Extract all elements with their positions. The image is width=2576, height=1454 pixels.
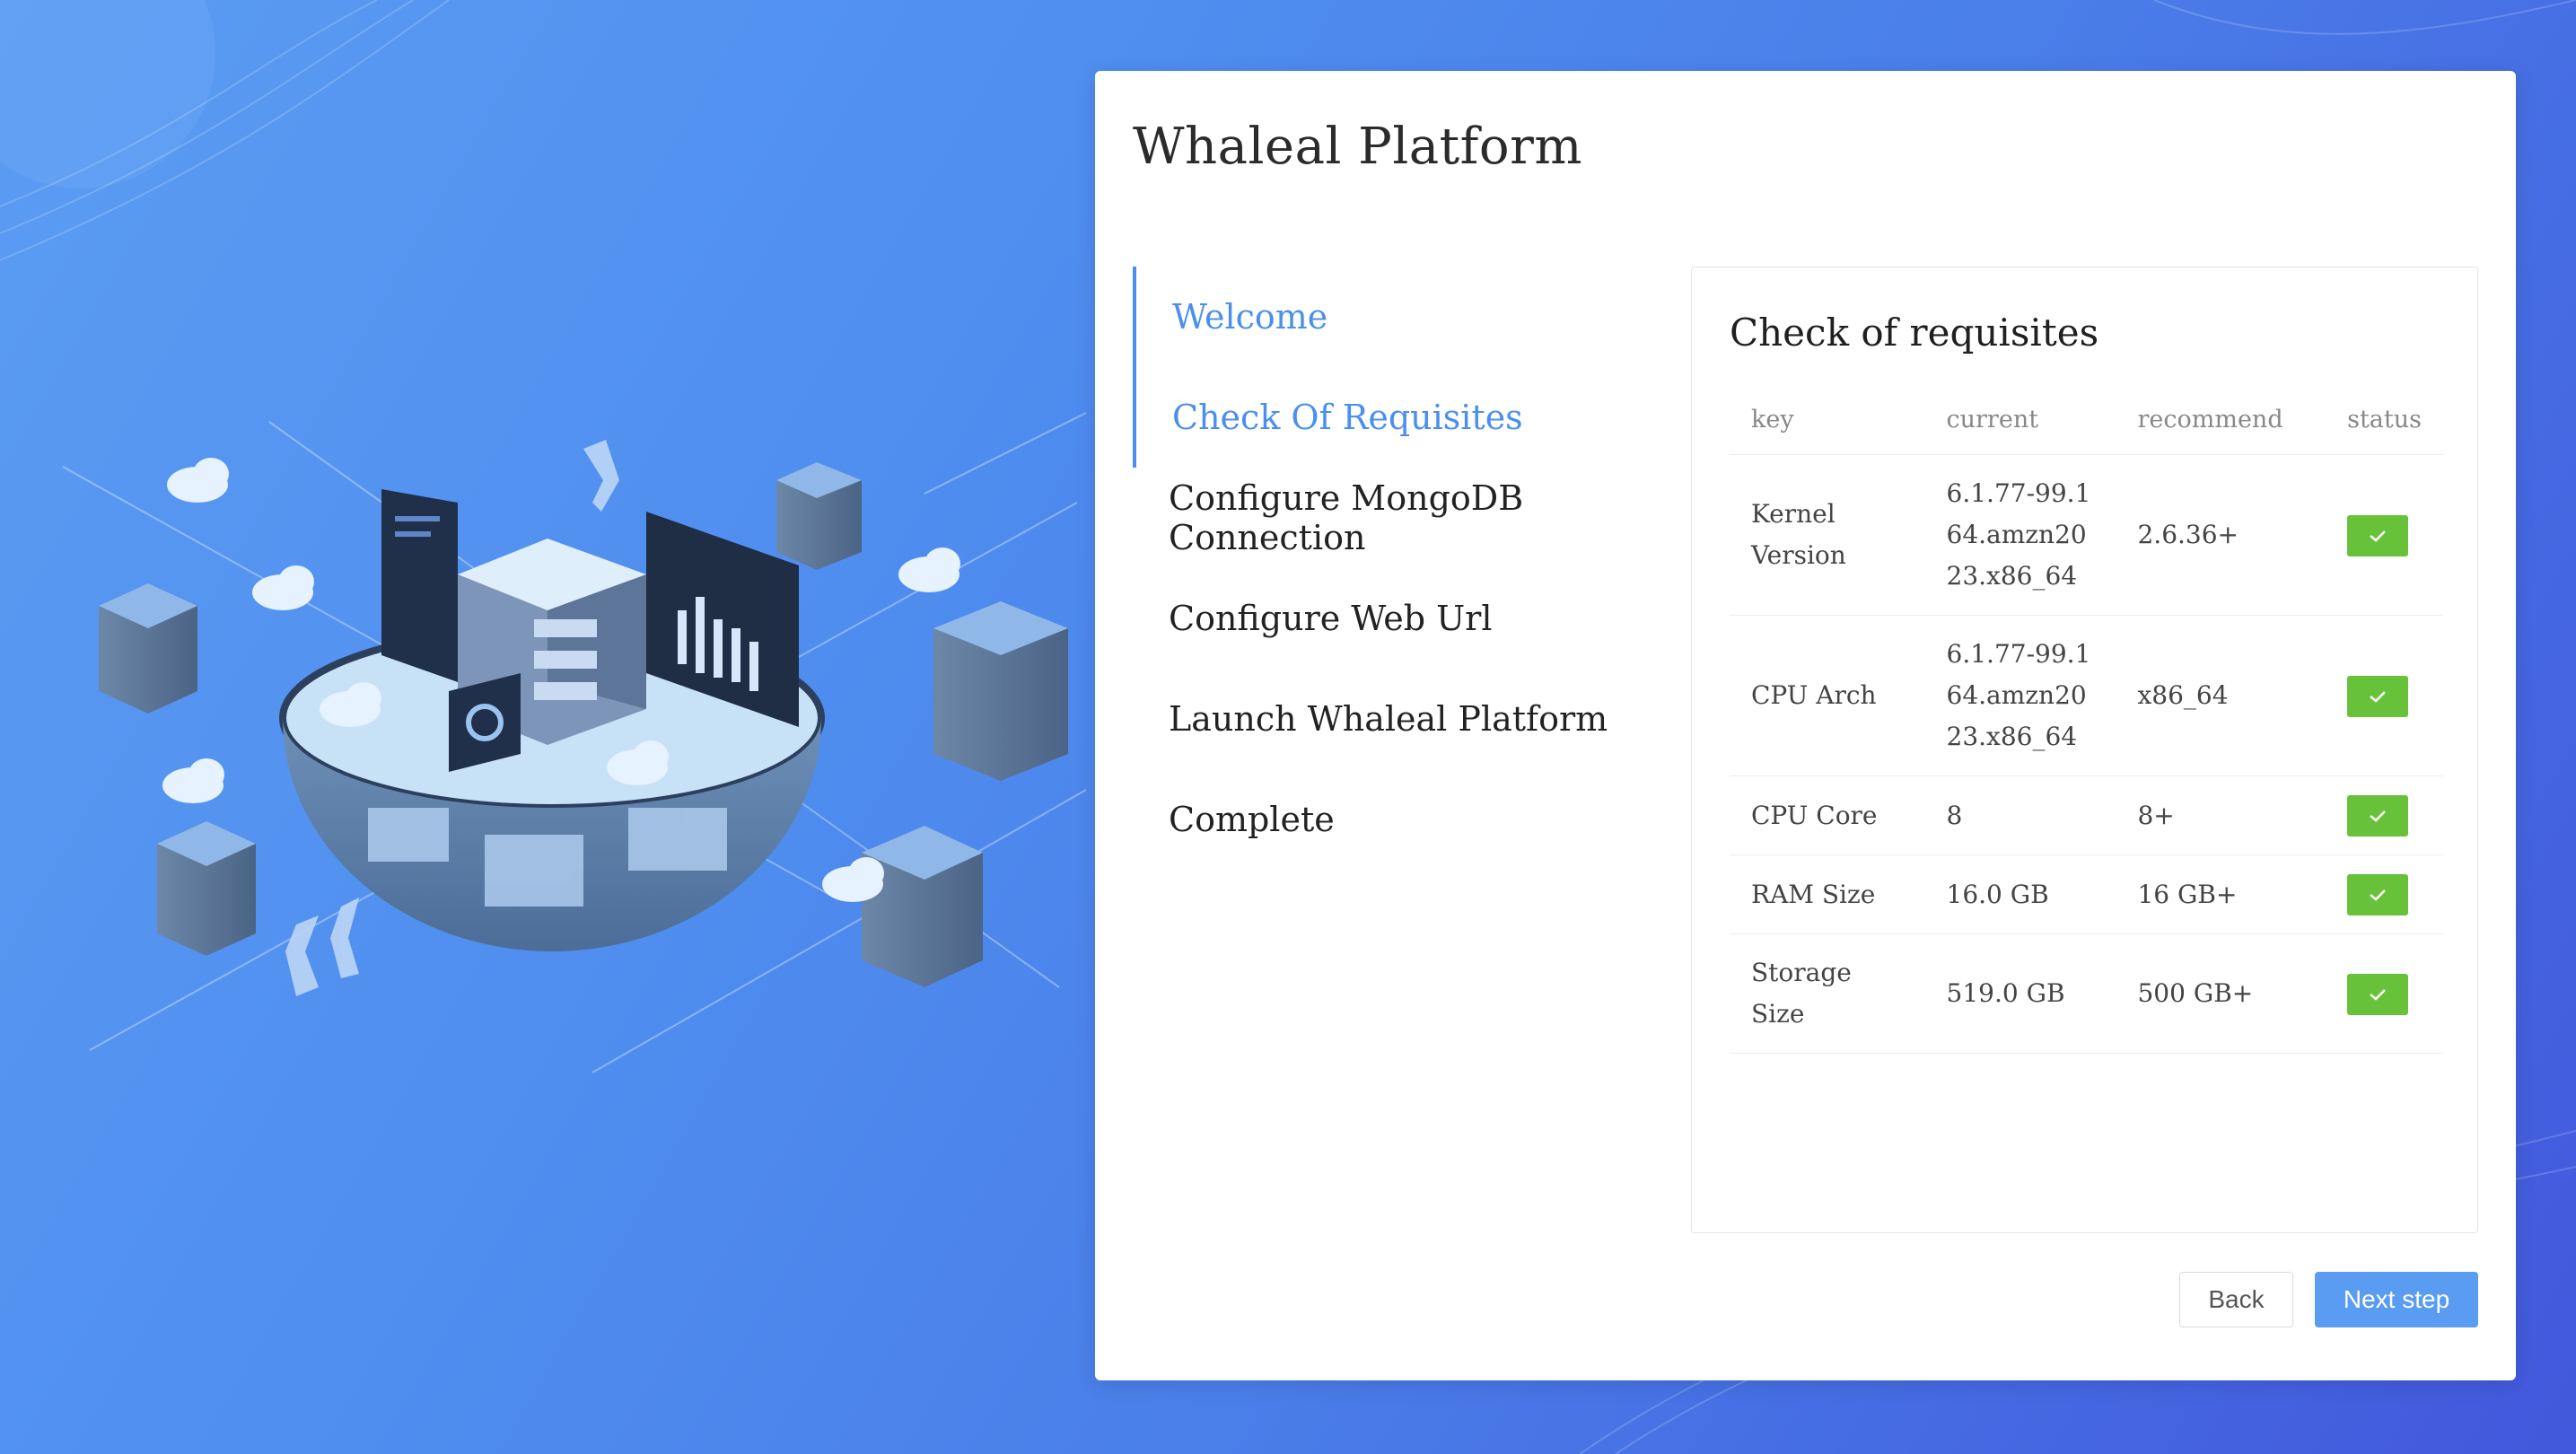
setup-wizard-card: Whaleal Platform Welcome Check Of Requis… [1095, 71, 2516, 1380]
table-row: Kernel Version 6.1.77-99.164.amzn2023.x8… [1730, 454, 2443, 616]
requisites-table: key current recommend status Kernel Vers… [1730, 384, 2443, 1054]
step-label: Configure Web Url [1169, 599, 1493, 638]
cell-recommend: 2.6.36+ [2116, 454, 2326, 616]
table-row: CPU Arch 6.1.77-99.164.amzn2023.x86_64 x… [1730, 615, 2443, 776]
table-row: CPU Core 8 8+ [1730, 775, 2443, 855]
cell-recommend: 8+ [2116, 775, 2326, 855]
cell-key: CPU Arch [1730, 615, 1925, 776]
step-welcome[interactable]: Welcome [1133, 267, 1653, 367]
column-header-status: status [2326, 384, 2443, 455]
cell-status [2326, 933, 2443, 1054]
step-complete[interactable]: Complete [1133, 769, 1653, 870]
cell-recommend: 500 GB+ [2116, 933, 2326, 1054]
cell-current: 6.1.77-99.164.amzn2023.x86_64 [1924, 454, 2116, 616]
requisites-panel: Check of requisites key current recommen… [1691, 267, 2478, 1233]
check-icon [2347, 973, 2409, 1015]
cell-key: Kernel Version [1730, 454, 1925, 616]
step-configure-mongodb-connection[interactable]: Configure MongoDB Connection [1133, 468, 1653, 568]
check-icon [2347, 675, 2409, 717]
step-configure-web-url[interactable]: Configure Web Url [1133, 568, 1653, 669]
cell-recommend: 16 GB+ [2116, 854, 2326, 934]
cell-current: 6.1.77-99.164.amzn2023.x86_64 [1924, 615, 2116, 776]
table-header-row: key current recommend status [1730, 384, 2443, 455]
step-label: Launch Whaleal Platform [1169, 699, 1608, 739]
panel-title: Check of requisites [1730, 311, 2099, 355]
cell-recommend: x86_64 [2116, 615, 2326, 776]
table-row: RAM Size 16.0 GB 16 GB+ [1730, 854, 2443, 934]
step-check-of-requisites[interactable]: Check Of Requisites [1133, 367, 1653, 468]
column-header-recommend: recommend [2116, 384, 2326, 455]
step-label: Complete [1169, 800, 1335, 839]
cell-key: Storage Size [1730, 933, 1925, 1054]
check-icon [2347, 874, 2409, 915]
next-step-button[interactable]: Next step [2315, 1272, 2478, 1327]
check-icon [2347, 514, 2409, 556]
step-label: Welcome [1172, 297, 1328, 337]
cell-status [2326, 615, 2443, 776]
check-icon [2347, 795, 2409, 836]
step-label: Configure MongoDB Connection [1169, 478, 1524, 557]
cell-current: 16.0 GB [1924, 854, 2116, 934]
cell-status [2326, 854, 2443, 934]
table-row: Storage Size 519.0 GB 500 GB+ [1730, 933, 2443, 1054]
back-button[interactable]: Back [2179, 1272, 2293, 1327]
cell-current: 519.0 GB [1924, 933, 2116, 1054]
step-launch-whaleal-platform[interactable]: Launch Whaleal Platform [1133, 669, 1653, 769]
app-title: Whaleal Platform [1133, 118, 1582, 176]
column-header-current: current [1924, 384, 2116, 455]
cell-key: RAM Size [1730, 854, 1925, 934]
cell-key: CPU Core [1730, 775, 1925, 855]
step-label: Check Of Requisites [1172, 398, 1523, 437]
cell-status [2326, 454, 2443, 616]
column-header-key: key [1730, 384, 1925, 455]
cell-current: 8 [1924, 775, 2116, 855]
wizard-steps: Welcome Check Of Requisites Configure Mo… [1133, 267, 1653, 870]
cell-status [2326, 775, 2443, 855]
